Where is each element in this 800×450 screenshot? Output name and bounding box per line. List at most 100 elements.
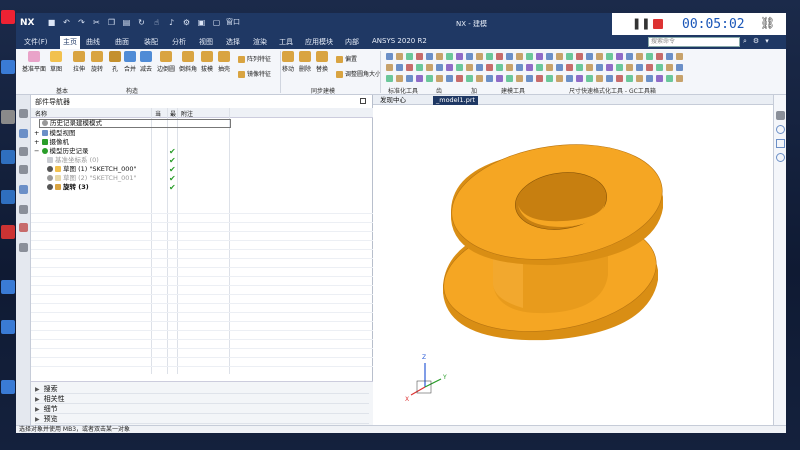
replace-face-button[interactable]: 替换 — [316, 51, 328, 73]
repeat-icon[interactable]: ↻ — [136, 17, 147, 28]
tool-icon[interactable] — [626, 53, 633, 60]
tool-icon[interactable] — [436, 75, 443, 82]
menu-select[interactable]: 选择 — [226, 37, 240, 47]
reuse-library-icon[interactable] — [19, 185, 28, 194]
hole-button[interactable]: 孔 — [109, 51, 121, 73]
tool-icon[interactable] — [576, 53, 583, 60]
tool-icon[interactable] — [386, 64, 393, 71]
tab-discovery-center[interactable]: 发现中心 — [377, 96, 409, 105]
extrude-button[interactable]: 拉伸 — [73, 51, 85, 73]
layer-icon[interactable] — [776, 111, 785, 120]
tool-icon[interactable] — [446, 75, 453, 82]
draft-button[interactable]: 拔模 — [201, 51, 213, 73]
undo-icon[interactable]: ↶ — [61, 17, 72, 28]
desktop-app-icon[interactable] — [1, 150, 15, 164]
tool-icon[interactable] — [546, 75, 553, 82]
tool-icon[interactable] — [546, 53, 553, 60]
tab-model1[interactable]: _model1.prt — [433, 96, 479, 105]
tree-row-history-mode[interactable]: 历史记录建模模式 — [31, 119, 373, 128]
chamfer-button[interactable]: 倒斜角 — [179, 51, 197, 73]
tool-icon[interactable] — [546, 64, 553, 71]
tool-icon[interactable] — [636, 75, 643, 82]
search-icon[interactable]: ⌕ — [743, 37, 747, 46]
shell-button[interactable]: 抽壳 — [218, 51, 230, 73]
menu-render[interactable]: 渲染 — [253, 37, 267, 47]
tool-icon[interactable] — [676, 53, 683, 60]
tool-icon[interactable] — [526, 53, 533, 60]
tool-icon[interactable] — [636, 64, 643, 71]
tool-icon[interactable] — [516, 75, 523, 82]
gear-icon[interactable]: ⚙ — [753, 37, 759, 46]
tool-icon[interactable] — [416, 64, 423, 71]
tool-icon[interactable] — [596, 75, 603, 82]
subtract-button[interactable]: 减去 — [140, 51, 152, 73]
tool-icon[interactable] — [526, 64, 533, 71]
menu-internal[interactable]: 内部 — [345, 37, 359, 47]
measure-icon[interactable] — [776, 139, 785, 148]
tool-icon[interactable] — [666, 53, 673, 60]
tool-icon[interactable] — [626, 64, 633, 71]
desktop-app-icon[interactable] — [1, 320, 15, 334]
snap-icon[interactable] — [776, 125, 785, 134]
save-icon[interactable]: ■ — [46, 17, 57, 28]
revolve-button[interactable]: 旋转 — [91, 51, 103, 73]
menu-tools[interactable]: 工具 — [279, 37, 293, 47]
switch-window-icon[interactable]: ▣ — [196, 17, 207, 28]
menu-home[interactable]: 主页 — [60, 36, 80, 49]
sketch-button[interactable]: 草图 — [50, 51, 62, 73]
tool-icon[interactable] — [386, 53, 393, 60]
unite-button[interactable]: 合并 — [124, 51, 136, 73]
tool-icon[interactable] — [406, 53, 413, 60]
tool-icon[interactable] — [596, 64, 603, 71]
tool-icon[interactable] — [646, 53, 653, 60]
roles-icon[interactable] — [19, 243, 28, 252]
menu-assembly[interactable]: 装配 — [144, 37, 158, 47]
tool-icon[interactable] — [436, 53, 443, 60]
desktop-app-icon[interactable] — [1, 10, 15, 24]
edge-blend-button[interactable]: 边倒圆 — [157, 51, 175, 73]
header-name[interactable]: 名称 — [35, 109, 47, 118]
pause-icon[interactable]: ❚❚ — [632, 18, 650, 30]
tool-icon[interactable] — [496, 75, 503, 82]
tool-icon[interactable] — [536, 53, 543, 60]
tool-icon[interactable] — [586, 75, 593, 82]
tool-icon[interactable] — [636, 53, 643, 60]
pattern-feature-button[interactable]: 阵列特征 — [238, 54, 271, 63]
resize-blend-button[interactable]: 调整圆角大小 — [336, 69, 381, 78]
tool-icon[interactable] — [446, 64, 453, 71]
tool-icon[interactable] — [506, 53, 513, 60]
tool-icon[interactable] — [676, 64, 683, 71]
tool-icon[interactable] — [646, 75, 653, 82]
desktop-app-icon[interactable] — [1, 60, 15, 74]
touch-mode-icon[interactable]: ☝ — [151, 17, 162, 28]
tool-icon[interactable] — [476, 53, 483, 60]
menu-applications[interactable]: 应用模块 — [305, 37, 333, 47]
tool-icon[interactable] — [556, 53, 563, 60]
tool-icon[interactable] — [426, 75, 433, 82]
tree-row-model-history[interactable]: − 模型历史记录 ✔ — [31, 147, 373, 156]
tool-icon[interactable] — [456, 64, 463, 71]
tool-icon[interactable] — [416, 75, 423, 82]
tool-icon[interactable] — [506, 64, 513, 71]
tool-icon[interactable] — [486, 75, 493, 82]
constraint-navigator-icon[interactable] — [19, 165, 28, 174]
tree-row-revolve[interactable]: 旋转 (3) ✔ — [31, 183, 373, 192]
tool-icon[interactable] — [386, 75, 393, 82]
tool-icon[interactable] — [666, 75, 673, 82]
desktop-app-icon[interactable] — [1, 380, 15, 394]
panel-dependencies[interactable]: ▶ 相关性 — [35, 394, 369, 404]
tool-icon[interactable] — [556, 64, 563, 71]
tool-icon[interactable] — [486, 53, 493, 60]
tool-icon[interactable] — [526, 75, 533, 82]
tool-icon[interactable] — [646, 64, 653, 71]
mirror-feature-button[interactable]: 镜像特征 — [238, 69, 271, 78]
tool-icon[interactable] — [536, 64, 543, 71]
datum-plane-button[interactable]: 基准平面 — [22, 51, 46, 73]
tool-icon[interactable] — [486, 64, 493, 71]
tool-icon[interactable] — [516, 53, 523, 60]
menu-curve[interactable]: 曲线 — [86, 37, 100, 47]
tool-icon[interactable] — [576, 75, 583, 82]
tool-icon[interactable] — [396, 53, 403, 60]
header-latest[interactable]: 最 — [170, 109, 176, 118]
orient-icon[interactable] — [776, 153, 785, 162]
